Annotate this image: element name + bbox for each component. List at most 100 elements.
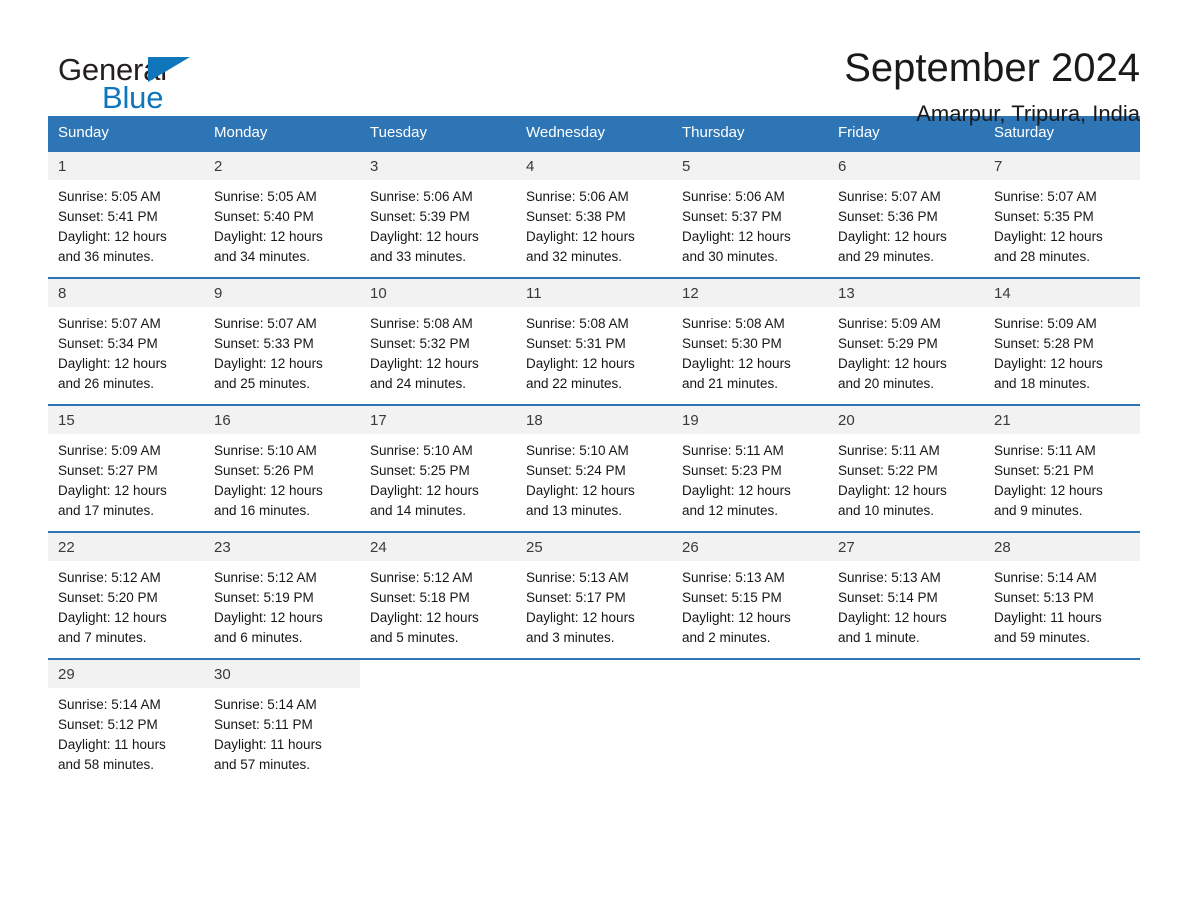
daylight-text-line2: and 5 minutes. (370, 630, 459, 645)
daylight-text-line2: and 32 minutes. (526, 249, 623, 264)
day-cell[interactable]: 16 Sunrise: 5:10 AM Sunset: 5:26 PM Dayl… (204, 404, 360, 532)
day-cell[interactable]: 26 Sunrise: 5:13 AM Sunset: 5:15 PM Dayl… (672, 531, 828, 659)
day-details: Sunrise: 5:08 AM Sunset: 5:31 PM Dayligh… (516, 307, 672, 404)
day-details: Sunrise: 5:07 AM Sunset: 5:34 PM Dayligh… (48, 307, 204, 404)
day-cell[interactable]: 14 Sunrise: 5:09 AM Sunset: 5:28 PM Dayl… (984, 277, 1140, 405)
day-details: Sunrise: 5:11 AM Sunset: 5:21 PM Dayligh… (984, 434, 1140, 531)
day-cell[interactable]: 4 Sunrise: 5:06 AM Sunset: 5:38 PM Dayli… (516, 150, 672, 278)
sunrise-text: Sunrise: 5:08 AM (370, 316, 473, 331)
daylight-text-line2: and 3 minutes. (526, 630, 615, 645)
sunset-text: Sunset: 5:22 PM (838, 463, 938, 478)
day-cell[interactable]: 9 Sunrise: 5:07 AM Sunset: 5:33 PM Dayli… (204, 277, 360, 405)
day-number: 23 (204, 533, 360, 561)
day-cell[interactable]: 12 Sunrise: 5:08 AM Sunset: 5:30 PM Dayl… (672, 277, 828, 405)
day-cell[interactable]: 24 Sunrise: 5:12 AM Sunset: 5:18 PM Dayl… (360, 531, 516, 659)
day-number: 7 (984, 152, 1140, 180)
day-number: 18 (516, 406, 672, 434)
day-number: 19 (672, 406, 828, 434)
sunset-text: Sunset: 5:14 PM (838, 590, 938, 605)
daylight-text-line2: and 25 minutes. (214, 376, 311, 391)
day-cell[interactable]: 17 Sunrise: 5:10 AM Sunset: 5:25 PM Dayl… (360, 404, 516, 532)
day-details: Sunrise: 5:12 AM Sunset: 5:18 PM Dayligh… (360, 561, 516, 658)
day-cell[interactable]: 11 Sunrise: 5:08 AM Sunset: 5:31 PM Dayl… (516, 277, 672, 405)
day-cell[interactable]: 21 Sunrise: 5:11 AM Sunset: 5:21 PM Dayl… (984, 404, 1140, 532)
daylight-text-line2: and 13 minutes. (526, 503, 623, 518)
day-number: 21 (984, 406, 1140, 434)
daylight-text-line1: Daylight: 12 hours (58, 356, 167, 371)
day-cell[interactable]: 13 Sunrise: 5:09 AM Sunset: 5:29 PM Dayl… (828, 277, 984, 405)
day-number: 15 (48, 406, 204, 434)
sunset-text: Sunset: 5:34 PM (58, 336, 158, 351)
daylight-text-line1: Daylight: 12 hours (838, 229, 947, 244)
daylight-text-line2: and 34 minutes. (214, 249, 311, 264)
sunrise-text: Sunrise: 5:13 AM (838, 570, 941, 585)
sunset-text: Sunset: 5:28 PM (994, 336, 1094, 351)
daylight-text-line1: Daylight: 11 hours (58, 737, 166, 752)
day-details: Sunrise: 5:13 AM Sunset: 5:14 PM Dayligh… (828, 561, 984, 658)
day-cell[interactable]: 2 Sunrise: 5:05 AM Sunset: 5:40 PM Dayli… (204, 150, 360, 278)
day-cell[interactable]: 20 Sunrise: 5:11 AM Sunset: 5:22 PM Dayl… (828, 404, 984, 532)
day-details: Sunrise: 5:08 AM Sunset: 5:30 PM Dayligh… (672, 307, 828, 404)
day-number: 26 (672, 533, 828, 561)
sunset-text: Sunset: 5:30 PM (682, 336, 782, 351)
day-number: 12 (672, 279, 828, 307)
day-cell[interactable]: 18 Sunrise: 5:10 AM Sunset: 5:24 PM Dayl… (516, 404, 672, 532)
daylight-text-line2: and 21 minutes. (682, 376, 779, 391)
daylight-text-line1: Daylight: 12 hours (994, 356, 1103, 371)
weekday-header-wednesday: Wednesday (516, 116, 672, 151)
day-cell[interactable]: 29 Sunrise: 5:14 AM Sunset: 5:12 PM Dayl… (48, 658, 204, 785)
weekday-header-thursday: Thursday (672, 116, 828, 151)
day-cell-empty (672, 658, 828, 785)
daylight-text-line2: and 26 minutes. (58, 376, 155, 391)
day-cell[interactable]: 7 Sunrise: 5:07 AM Sunset: 5:35 PM Dayli… (984, 150, 1140, 278)
sunset-text: Sunset: 5:17 PM (526, 590, 626, 605)
sunrise-text: Sunrise: 5:06 AM (526, 189, 629, 204)
location-subtitle: Amarpur, Tripura, India (916, 101, 1140, 126)
day-number: 24 (360, 533, 516, 561)
day-cell[interactable]: 27 Sunrise: 5:13 AM Sunset: 5:14 PM Dayl… (828, 531, 984, 659)
daylight-text-line1: Daylight: 12 hours (526, 229, 635, 244)
daylight-text-line2: and 14 minutes. (370, 503, 467, 518)
sunrise-text: Sunrise: 5:12 AM (214, 570, 317, 585)
daylight-text-line1: Daylight: 12 hours (526, 610, 635, 625)
day-details: Sunrise: 5:11 AM Sunset: 5:23 PM Dayligh… (672, 434, 828, 531)
daylight-text-line2: and 29 minutes. (838, 249, 935, 264)
day-number (828, 660, 984, 686)
day-cell[interactable]: 22 Sunrise: 5:12 AM Sunset: 5:20 PM Dayl… (48, 531, 204, 659)
daylight-text-line1: Daylight: 12 hours (838, 356, 947, 371)
day-number: 10 (360, 279, 516, 307)
sunset-text: Sunset: 5:38 PM (526, 209, 626, 224)
daylight-text-line2: and 30 minutes. (682, 249, 779, 264)
daylight-text-line2: and 59 minutes. (994, 630, 1091, 645)
sunrise-text: Sunrise: 5:12 AM (370, 570, 473, 585)
day-cell[interactable]: 28 Sunrise: 5:14 AM Sunset: 5:13 PM Dayl… (984, 531, 1140, 659)
daylight-text-line1: Daylight: 12 hours (58, 610, 167, 625)
day-cell[interactable]: 1 Sunrise: 5:05 AM Sunset: 5:41 PM Dayli… (48, 150, 204, 278)
day-cell[interactable]: 19 Sunrise: 5:11 AM Sunset: 5:23 PM Dayl… (672, 404, 828, 532)
day-details: Sunrise: 5:06 AM Sunset: 5:39 PM Dayligh… (360, 180, 516, 277)
day-cell[interactable]: 6 Sunrise: 5:07 AM Sunset: 5:36 PM Dayli… (828, 150, 984, 278)
weekday-header-monday: Monday (204, 116, 360, 151)
day-cell[interactable]: 3 Sunrise: 5:06 AM Sunset: 5:39 PM Dayli… (360, 150, 516, 278)
sunrise-text: Sunrise: 5:09 AM (994, 316, 1097, 331)
daylight-text-line2: and 10 minutes. (838, 503, 935, 518)
day-number: 8 (48, 279, 204, 307)
day-cell[interactable]: 5 Sunrise: 5:06 AM Sunset: 5:37 PM Dayli… (672, 150, 828, 278)
sunrise-text: Sunrise: 5:11 AM (994, 443, 1096, 458)
sunset-text: Sunset: 5:39 PM (370, 209, 470, 224)
sunrise-text: Sunrise: 5:05 AM (214, 189, 317, 204)
daylight-text-line2: and 6 minutes. (214, 630, 303, 645)
sunset-text: Sunset: 5:24 PM (526, 463, 626, 478)
day-cell[interactable]: 10 Sunrise: 5:08 AM Sunset: 5:32 PM Dayl… (360, 277, 516, 405)
sunset-text: Sunset: 5:23 PM (682, 463, 782, 478)
sunrise-text: Sunrise: 5:07 AM (214, 316, 317, 331)
day-cell[interactable]: 30 Sunrise: 5:14 AM Sunset: 5:11 PM Dayl… (204, 658, 360, 785)
day-cell[interactable]: 23 Sunrise: 5:12 AM Sunset: 5:19 PM Dayl… (204, 531, 360, 659)
day-cell[interactable]: 15 Sunrise: 5:09 AM Sunset: 5:27 PM Dayl… (48, 404, 204, 532)
day-cell[interactable]: 8 Sunrise: 5:07 AM Sunset: 5:34 PM Dayli… (48, 277, 204, 405)
sunset-text: Sunset: 5:13 PM (994, 590, 1094, 605)
sunset-text: Sunset: 5:37 PM (682, 209, 782, 224)
daylight-text-line2: and 22 minutes. (526, 376, 623, 391)
day-cell[interactable]: 25 Sunrise: 5:13 AM Sunset: 5:17 PM Dayl… (516, 531, 672, 659)
sunrise-text: Sunrise: 5:14 AM (214, 697, 317, 712)
